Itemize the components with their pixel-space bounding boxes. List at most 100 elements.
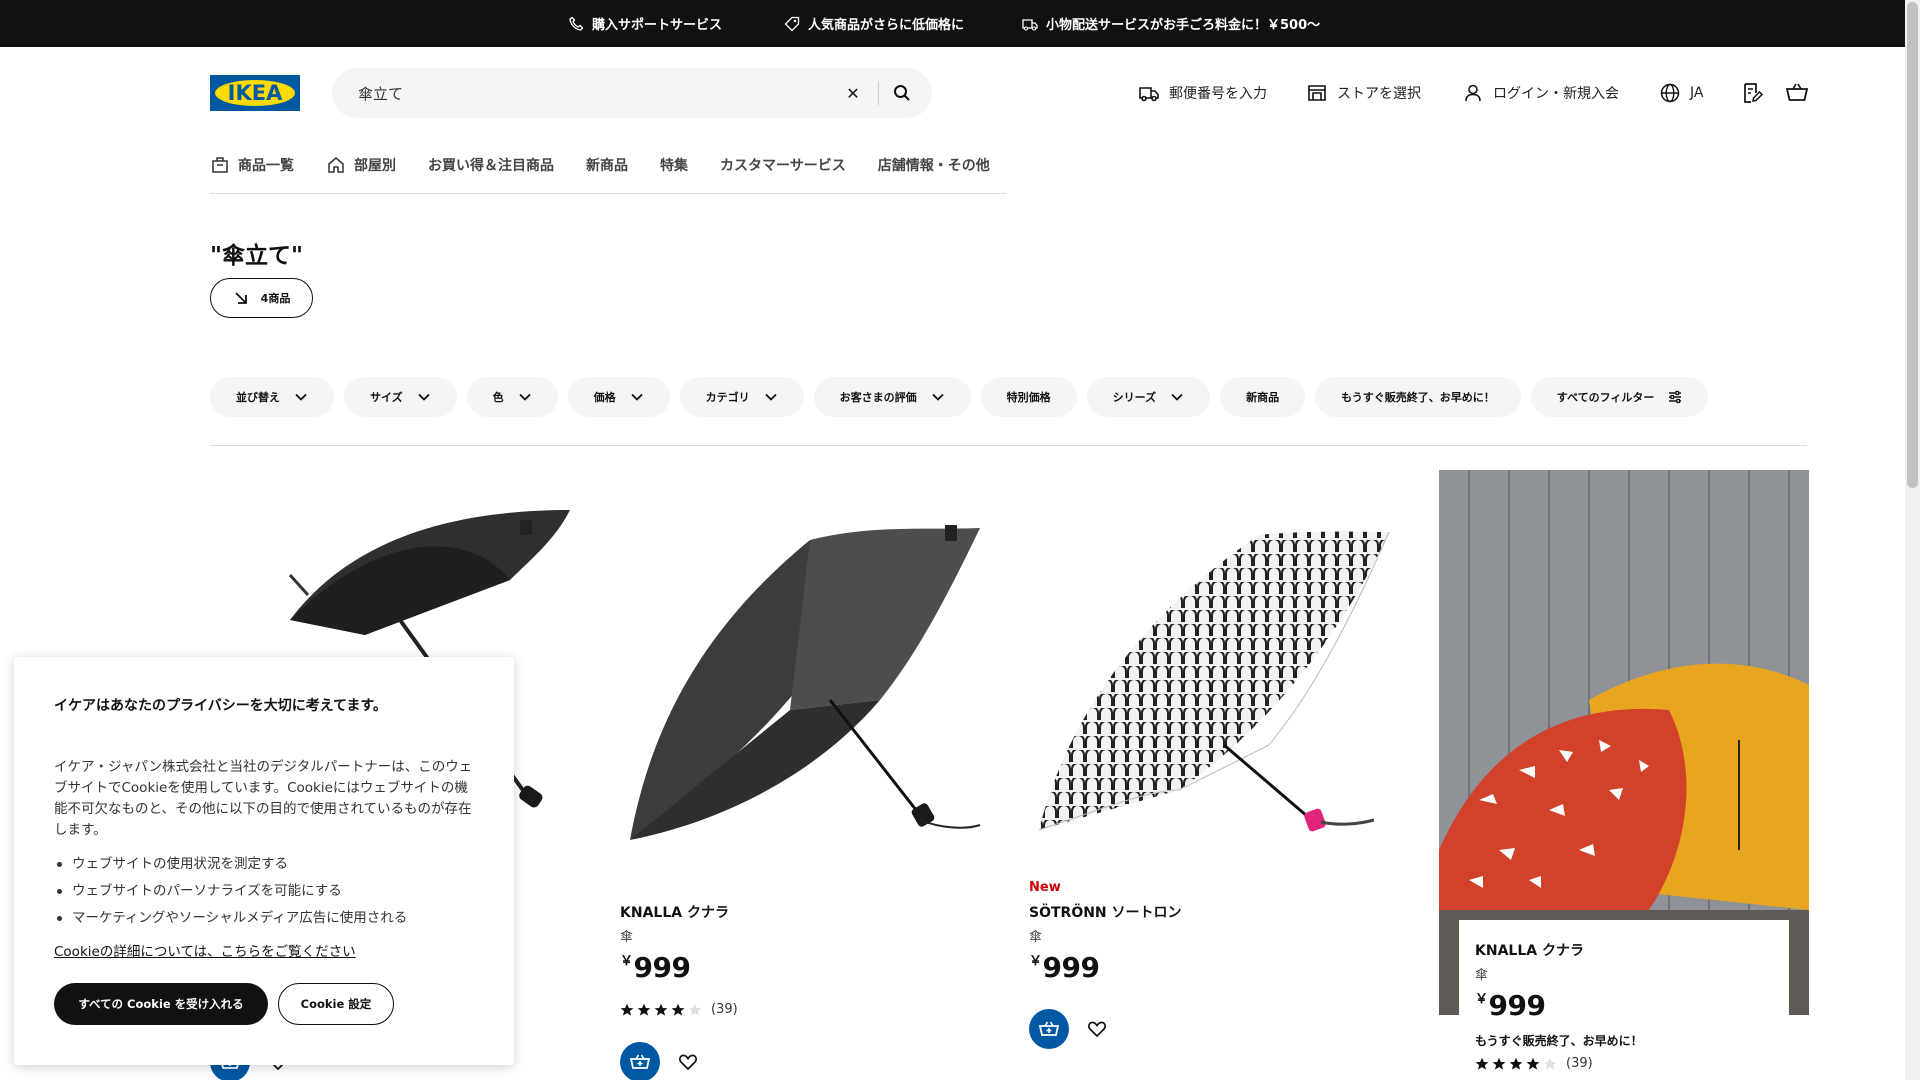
cookie-dialog: イケアはあなたのプライバシーを大切に考えてます。 イケア・ジャパン株式会社と当社… <box>14 657 514 1065</box>
cookie-purpose-item: マーケティングやソーシャルメディア広告に使用される <box>54 905 474 932</box>
promo-delivery-label: 小物配送サービスがお手ごろ料金に！￥500〜 <box>1046 18 1321 33</box>
promo-price[interactable]: 人気商品がさらに低価格に <box>784 14 964 33</box>
product-type: 傘 <box>1029 930 1043 945</box>
ikea-logo[interactable]: IKEA <box>210 75 300 111</box>
filter-price-label: 価格 <box>593 391 616 404</box>
chevron-down-icon <box>295 393 307 401</box>
language-label: JA <box>1690 85 1704 101</box>
last-chance-note: もうすぐ販売終了、お早めに！ <box>1475 1034 1643 1048</box>
nav-rooms[interactable]: 部屋別 <box>326 155 396 175</box>
filter-series[interactable]: シリーズ <box>1086 377 1211 417</box>
filter-special-price[interactable]: 特別価格 <box>980 377 1077 417</box>
product-price: ￥999 <box>1475 988 1546 1022</box>
phone-icon <box>569 16 584 31</box>
chevron-down-icon <box>519 393 531 401</box>
filter-last-chance-label: もうすぐ販売終了、お早めに！ <box>1341 391 1495 404</box>
filter-price[interactable]: 価格 <box>567 377 670 417</box>
favorite-button[interactable] <box>676 1050 700 1074</box>
price-value: 999 <box>1488 989 1546 1022</box>
nav-deals-label: お買い得＆注目商品 <box>428 158 554 174</box>
nav-divider <box>210 193 1006 194</box>
accept-all-cookies-button[interactable]: すべての Cookie を受け入れる <box>54 983 268 1025</box>
nav-products-label: 商品一覧 <box>238 158 294 174</box>
nav-store-info[interactable]: 店舗情報・その他 <box>878 155 990 175</box>
star-full-icon <box>654 1003 668 1016</box>
scrollbar-thumb[interactable] <box>1907 2 1918 488</box>
results-count-label: 4商品 <box>260 292 291 305</box>
rating[interactable]: (39) <box>1475 1056 1593 1071</box>
filter-rating[interactable]: お客さまの評価 <box>813 377 971 417</box>
cookie-details-link[interactable]: Cookieの詳細については、こちらをご覧ください <box>54 940 356 960</box>
product-name[interactable]: KNALLA クナラ <box>1475 940 1584 960</box>
price-tag-icon <box>784 16 800 31</box>
promo-bar: 購入サポートサービス 人気商品がさらに低価格に 小物配送サービスがお手ごろ料金に… <box>0 0 1920 47</box>
chevron-down-icon <box>418 393 430 401</box>
product-price: ￥999 <box>620 950 691 984</box>
price-currency: ￥ <box>1475 992 1488 1007</box>
heart-icon <box>1088 1021 1106 1038</box>
globe-icon <box>1660 83 1680 103</box>
login-button[interactable]: ログイン・新規入会 <box>1462 82 1619 104</box>
product-image[interactable] <box>620 470 990 870</box>
add-to-cart-button[interactable] <box>1029 1009 1069 1049</box>
nav-deals[interactable]: お買い得＆注目商品 <box>428 155 554 175</box>
favorite-button[interactable] <box>1085 1017 1109 1041</box>
filter-size-label: サイズ <box>370 391 403 404</box>
store-button[interactable]: ストアを選択 <box>1306 82 1421 104</box>
nav-products[interactable]: 商品一覧 <box>210 155 294 175</box>
filter-sort[interactable]: 並び替え <box>210 377 334 417</box>
truck-icon <box>1139 87 1159 102</box>
filter-last-chance[interactable]: もうすぐ販売終了、お早めに！ <box>1315 377 1521 417</box>
filter-sort-label: 並び替え <box>236 391 280 404</box>
search-input[interactable]: 傘立て <box>358 83 403 104</box>
arrow-down-right-icon <box>235 292 247 304</box>
nav-store-info-label: 店舗情報・その他 <box>877 158 990 174</box>
star-empty-icon <box>688 1003 702 1016</box>
price-value: 999 <box>1042 951 1100 984</box>
filter-category[interactable]: カテゴリ <box>679 377 804 417</box>
chevron-down-icon <box>631 393 643 401</box>
cookie-title: イケアはあなたのプライバシーを大切に考えてます。 <box>54 698 387 714</box>
promo-support[interactable]: 購入サポートサービス <box>568 14 722 33</box>
sliders-icon <box>1669 390 1682 404</box>
search-bar[interactable]: 傘立て ✕ <box>332 68 932 118</box>
language-button[interactable]: JA <box>1659 82 1703 104</box>
login-label: ログイン・新規入会 <box>1493 86 1619 102</box>
results-count-button[interactable]: 4商品 <box>210 278 313 318</box>
add-to-cart-button[interactable] <box>620 1042 660 1080</box>
chevron-down-icon <box>765 393 777 401</box>
filter-size[interactable]: サイズ <box>344 377 457 417</box>
logo-text: IKEA <box>227 81 283 105</box>
product-price: ￥999 <box>1029 950 1100 984</box>
product-name[interactable]: KNALLA クナラ <box>620 902 729 922</box>
nav-customer-service[interactable]: カスタマーサービス <box>720 155 846 175</box>
promo-price-label: 人気商品がさらに低価格に <box>808 18 965 33</box>
filter-all[interactable]: すべてのフィルター <box>1530 377 1709 417</box>
filters-divider <box>210 445 1807 446</box>
product-name[interactable]: SÖTRÖNN ソートロン <box>1029 902 1182 922</box>
filter-color-label: 色 <box>492 391 504 404</box>
filter-bar: 並び替え サイズ 色 価格 カテゴリ お客さまの評価 特別価格 シリーズ 新商品… <box>210 377 1709 417</box>
clear-search-icon[interactable]: ✕ <box>842 82 864 104</box>
cookie-settings-button[interactable]: Cookie 設定 <box>278 983 394 1025</box>
star-full-icon <box>1475 1057 1489 1070</box>
chevron-down-icon <box>1171 393 1183 401</box>
filter-new[interactable]: 新商品 <box>1220 377 1306 417</box>
add-to-cart-icon <box>1038 1021 1060 1036</box>
logo-oval: IKEA <box>215 80 295 106</box>
product-image[interactable] <box>1029 470 1399 870</box>
nav-features[interactable]: 特集 <box>660 155 688 175</box>
search-divider <box>878 81 879 105</box>
cookie-purpose-item: ウェブサイトのパーソナライズを可能にする <box>54 878 474 905</box>
chevron-down-icon <box>932 393 944 401</box>
rating[interactable]: (39) <box>620 1002 738 1017</box>
filter-color[interactable]: 色 <box>466 377 558 417</box>
search-icon[interactable] <box>887 78 917 108</box>
postcode-button[interactable]: 郵便番号を入力 <box>1138 82 1267 104</box>
filter-special-price-label: 特別価格 <box>1006 391 1051 404</box>
cart-icon[interactable] <box>1785 81 1809 105</box>
shopping-list-icon[interactable] <box>1740 81 1764 105</box>
nav-new[interactable]: 新商品 <box>586 155 628 175</box>
promo-delivery[interactable]: 小物配送サービスがお手ごろ料金に！￥500〜 <box>1022 14 1320 33</box>
filter-category-label: カテゴリ <box>705 391 750 404</box>
